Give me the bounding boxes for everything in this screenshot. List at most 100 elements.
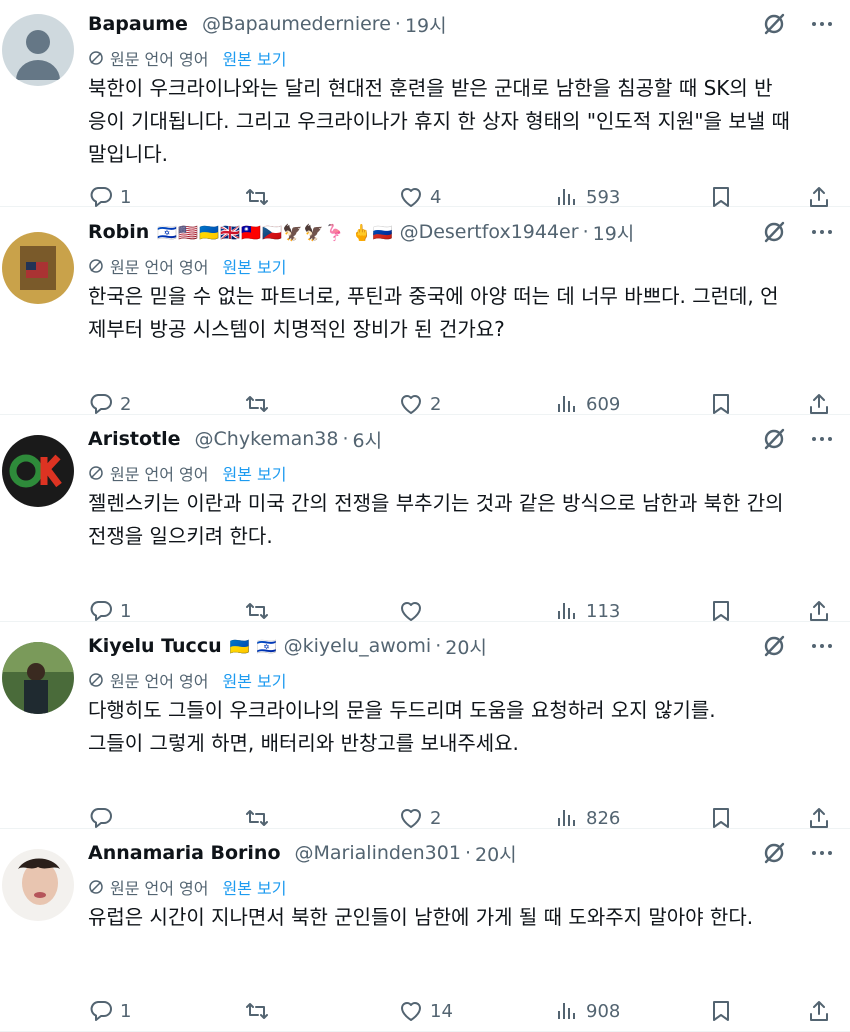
tweet[interactable]: Aristotle @Chykeman38 · 6시 원문 언어 영어 원본 보…: [0, 415, 850, 622]
heart-icon: [401, 602, 421, 621]
share-button[interactable]: [806, 805, 832, 831]
bookmark-button[interactable]: [708, 998, 734, 1024]
show-original-link[interactable]: 원본 보기: [223, 668, 287, 692]
reply-button[interactable]: [88, 805, 120, 831]
tweet-text-line: 제부터 방공 시스템이 치명적인 장비가 된 건가요?: [88, 317, 505, 341]
share-button[interactable]: [806, 598, 832, 624]
grok-icon[interactable]: [760, 218, 788, 246]
reply-button[interactable]: 1: [88, 998, 131, 1024]
grok-icon[interactable]: [760, 839, 788, 867]
tweet[interactable]: Robin 🇮🇱🇺🇸🇺🇦🇬🇧🇹🇼🇨🇿🦅🦅🦩 🖕🇷🇺 @Desertfox1944…: [0, 208, 850, 415]
translation-notice: 원문 언어 영어 원본 보기: [88, 668, 286, 692]
avatar[interactable]: [2, 849, 74, 921]
like-count: 2: [430, 393, 442, 415]
timestamp[interactable]: 19시: [405, 11, 447, 38]
share-button[interactable]: [806, 998, 832, 1024]
like-button[interactable]: 4: [398, 184, 441, 210]
show-original-link[interactable]: 원본 보기: [223, 461, 287, 485]
like-button[interactable]: 14: [398, 998, 453, 1024]
grok-icon[interactable]: [760, 632, 788, 660]
more-options-icon[interactable]: [808, 632, 836, 660]
show-original-link[interactable]: 원본 보기: [223, 254, 287, 278]
retweet-icon: [246, 396, 268, 412]
more-options-icon[interactable]: [808, 10, 836, 38]
more-options-icon[interactable]: [808, 218, 836, 246]
tweet[interactable]: Annamaria Borino @Marialinden301 · 20시 원…: [0, 829, 850, 1032]
tweet-text-line: 그들이 그렇게 하면, 배터리와 반창고를 보내주세요.: [88, 731, 519, 755]
bookmark-button[interactable]: [708, 598, 734, 624]
user-handle[interactable]: @Desertfox1944er: [400, 221, 579, 243]
tweet[interactable]: Bapaume @Bapaumederniere · 19시 원문 언어 영어 …: [0, 0, 850, 210]
timestamp[interactable]: 6시: [353, 426, 383, 453]
views-button[interactable]: 908: [554, 998, 620, 1024]
translated-from-label: 원문 언어 영어: [110, 258, 209, 277]
reply-button[interactable]: 2: [88, 391, 131, 417]
avatar[interactable]: [2, 14, 74, 86]
retweet-button[interactable]: [244, 598, 276, 624]
heart-icon: [401, 809, 421, 828]
retweet-button[interactable]: [244, 184, 276, 210]
retweet-icon: [246, 603, 268, 619]
timestamp[interactable]: 20시: [445, 633, 487, 660]
tweet-text-line: 한국은 믿을 수 없는 파트너로, 푸틴과 중국에 아양 떠는 데 너무 바쁘다…: [88, 284, 779, 308]
tweet-text-line: 말입니다.: [88, 142, 168, 166]
retweet-button[interactable]: [244, 391, 276, 417]
display-name[interactable]: Robin: [88, 221, 149, 243]
reply-button[interactable]: 1: [88, 184, 131, 210]
translation-notice: 원문 언어 영어 원본 보기: [88, 875, 286, 899]
retweet-icon: [246, 810, 268, 826]
retweet-icon: [246, 1003, 268, 1019]
tweet-header: Robin 🇮🇱🇺🇸🇺🇦🇬🇧🇹🇼🇨🇿🦅🦅🦩 🖕🇷🇺 @Desertfox1944…: [88, 218, 750, 246]
reply-icon: [90, 1001, 112, 1021]
display-name[interactable]: Bapaume: [88, 13, 188, 35]
like-count: 14: [430, 1000, 453, 1022]
translation-notice: 원문 언어 영어 원본 보기: [88, 254, 286, 278]
user-handle[interactable]: @Chykeman38: [195, 428, 339, 450]
bookmark-button[interactable]: [708, 391, 734, 417]
more-options-icon[interactable]: [808, 425, 836, 453]
like-count: 4: [430, 186, 442, 208]
show-original-link[interactable]: 원본 보기: [223, 875, 287, 899]
reply-button[interactable]: 1: [88, 598, 131, 624]
user-handle[interactable]: @Marialinden301: [295, 842, 461, 864]
grok-icon[interactable]: [760, 10, 788, 38]
bookmark-icon: [713, 601, 729, 621]
bookmark-button[interactable]: [708, 184, 734, 210]
share-icon: [810, 601, 828, 621]
translated-from-label: 원문 언어 영어: [110, 50, 209, 69]
views-button[interactable]: 826: [554, 805, 620, 831]
avatar[interactable]: [2, 642, 74, 714]
retweet-button[interactable]: [244, 998, 276, 1024]
timestamp[interactable]: 19시: [593, 219, 635, 246]
bookmark-button[interactable]: [708, 805, 734, 831]
avatar[interactable]: [2, 232, 74, 304]
like-button[interactable]: 2: [398, 391, 441, 417]
grok-icon[interactable]: [760, 425, 788, 453]
display-name[interactable]: Annamaria Borino: [88, 842, 281, 864]
like-button[interactable]: 2: [398, 805, 441, 831]
tweet-text: 젤렌스키는 이란과 미국 간의 전쟁을 부추기는 것과 같은 방식으로 남한과 …: [88, 487, 832, 553]
views-button[interactable]: 593: [554, 184, 620, 210]
tweet[interactable]: Kiyelu Tuccu 🇺🇦 🇮🇱 @kiyelu_awomi · 20시 원…: [0, 622, 850, 829]
view-count: 908: [586, 1000, 621, 1022]
avatar[interactable]: [2, 435, 74, 507]
views-chart-icon: [558, 810, 575, 826]
more-options-icon[interactable]: [808, 839, 836, 867]
share-button[interactable]: [806, 184, 832, 210]
show-original-link[interactable]: 원본 보기: [223, 46, 287, 70]
user-handle[interactable]: @kiyelu_awomi: [284, 635, 432, 657]
tweet-text: 북한이 우크라이나와는 달리 현대전 훈련을 받은 군대로 남한을 침공할 때 …: [88, 72, 832, 171]
separator-dot: ·: [464, 842, 471, 864]
share-button[interactable]: [806, 391, 832, 417]
reply-icon: [90, 187, 112, 207]
timestamp[interactable]: 20시: [475, 840, 517, 867]
user-handle[interactable]: @Bapaumederniere: [202, 13, 391, 35]
views-button[interactable]: 113: [554, 598, 620, 624]
reply-count: 1: [120, 1000, 132, 1022]
like-button[interactable]: [398, 598, 430, 624]
views-button[interactable]: 609: [554, 391, 620, 417]
display-name[interactable]: Aristotle: [88, 428, 181, 450]
retweet-button[interactable]: [244, 805, 276, 831]
display-name[interactable]: Kiyelu Tuccu: [88, 635, 222, 657]
top-right-icons: [760, 839, 836, 867]
